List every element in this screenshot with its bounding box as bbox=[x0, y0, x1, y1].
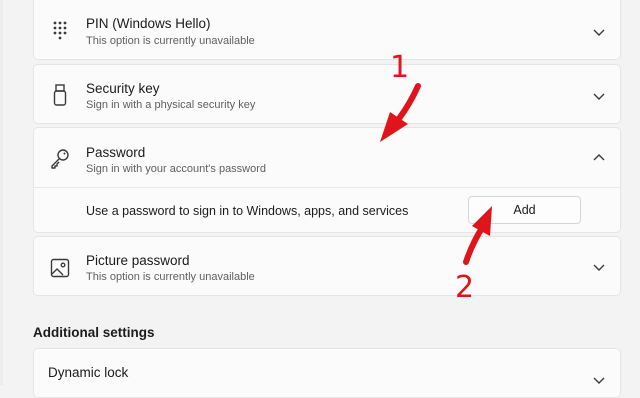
option-title: Password bbox=[86, 145, 146, 160]
chevron-down-icon[interactable] bbox=[592, 25, 606, 39]
window-edge bbox=[0, 0, 3, 385]
annotation-arrow-1 bbox=[380, 83, 421, 142]
annotation-arrow-2 bbox=[463, 206, 492, 265]
option-title: Picture password bbox=[86, 253, 190, 268]
annotation-label-1: 1 bbox=[390, 50, 410, 85]
keypad-icon bbox=[53, 21, 67, 40]
password-description: Use a password to sign in to Windows, ap… bbox=[86, 204, 409, 218]
option-card-dynamic-lock[interactable]: Dynamic lock bbox=[33, 348, 621, 398]
option-subtitle: This option is currently unavailable bbox=[86, 35, 255, 47]
chevron-down-icon[interactable] bbox=[592, 260, 606, 274]
option-title: Dynamic lock bbox=[48, 365, 129, 380]
option-subtitle: Sign in with a physical security key bbox=[86, 99, 256, 111]
option-subtitle: Sign in with your account's password bbox=[86, 163, 267, 175]
password-add-row: Use a password to sign in to Windows, ap… bbox=[34, 188, 620, 234]
section-heading-additional-settings: Additional settings bbox=[33, 325, 155, 340]
usb-key-icon bbox=[53, 84, 67, 106]
option-card-password[interactable]: Password Sign in with your account's pas… bbox=[33, 127, 621, 233]
option-card-pin[interactable]: PIN (Windows Hello) This option is curre… bbox=[33, 0, 621, 60]
option-title: Security key bbox=[86, 81, 160, 96]
settings-page: PIN (Windows Hello) This option is curre… bbox=[0, 0, 640, 398]
option-subtitle: This option is currently unavailable bbox=[86, 271, 255, 283]
chevron-down-icon[interactable] bbox=[592, 89, 606, 103]
option-title: PIN (Windows Hello) bbox=[86, 16, 211, 31]
option-card-picture-password[interactable]: Picture password This option is currentl… bbox=[33, 236, 621, 296]
key-icon bbox=[51, 149, 69, 169]
option-card-security-key[interactable]: Security key Sign in with a physical sec… bbox=[33, 64, 621, 124]
picture-icon bbox=[50, 258, 70, 278]
chevron-up-icon[interactable] bbox=[592, 151, 606, 165]
annotation-label-2: 2 bbox=[455, 270, 475, 305]
